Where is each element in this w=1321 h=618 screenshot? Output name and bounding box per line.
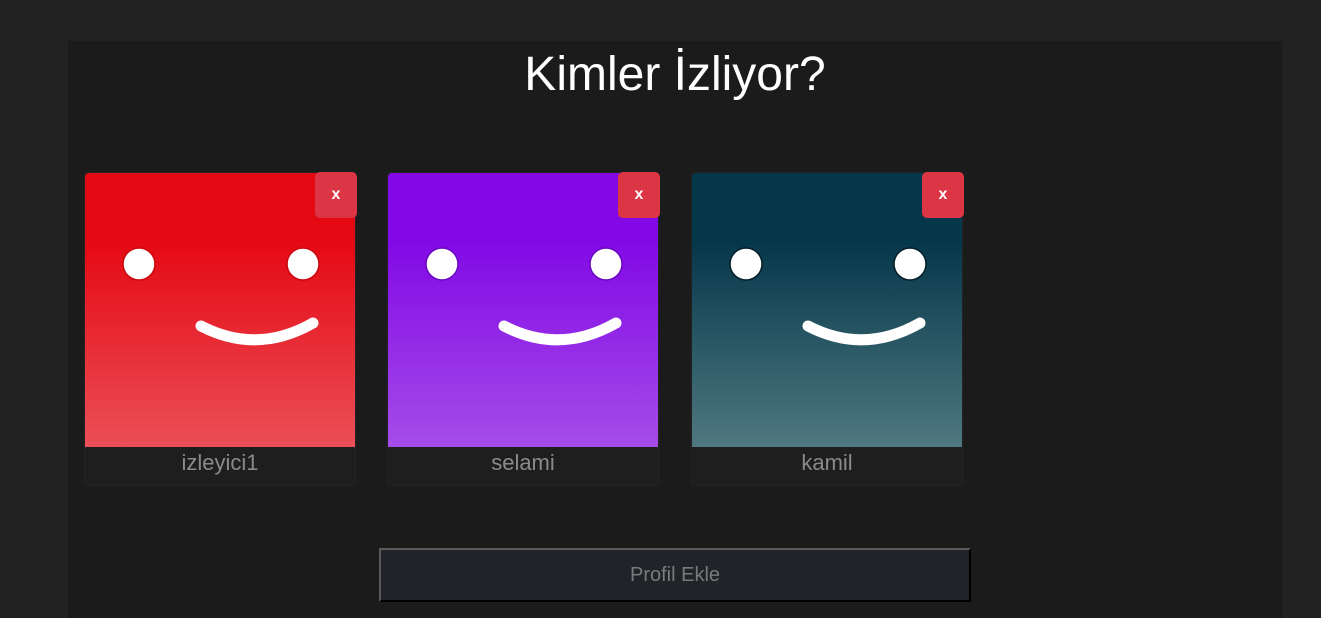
page-title: Kimler İzliyor?: [524, 48, 826, 101]
profile-panel: Kimler İzliyor? x izleyici1 x selami x k…: [68, 41, 1282, 618]
delete-profile-button[interactable]: x: [922, 172, 964, 218]
profile-name[interactable]: izleyici1: [85, 449, 355, 477]
profile-name[interactable]: selami: [388, 449, 658, 477]
delete-profile-button[interactable]: x: [618, 172, 660, 218]
delete-profile-button[interactable]: x: [315, 172, 357, 218]
add-profile-button[interactable]: Profil Ekle: [379, 548, 971, 602]
profile-name[interactable]: kamil: [692, 449, 962, 477]
profile-card-izleyici1[interactable]: x izleyici1: [84, 172, 357, 486]
profile-card-kamil[interactable]: x kamil: [691, 172, 964, 486]
profile-card-selami[interactable]: x selami: [387, 172, 660, 486]
